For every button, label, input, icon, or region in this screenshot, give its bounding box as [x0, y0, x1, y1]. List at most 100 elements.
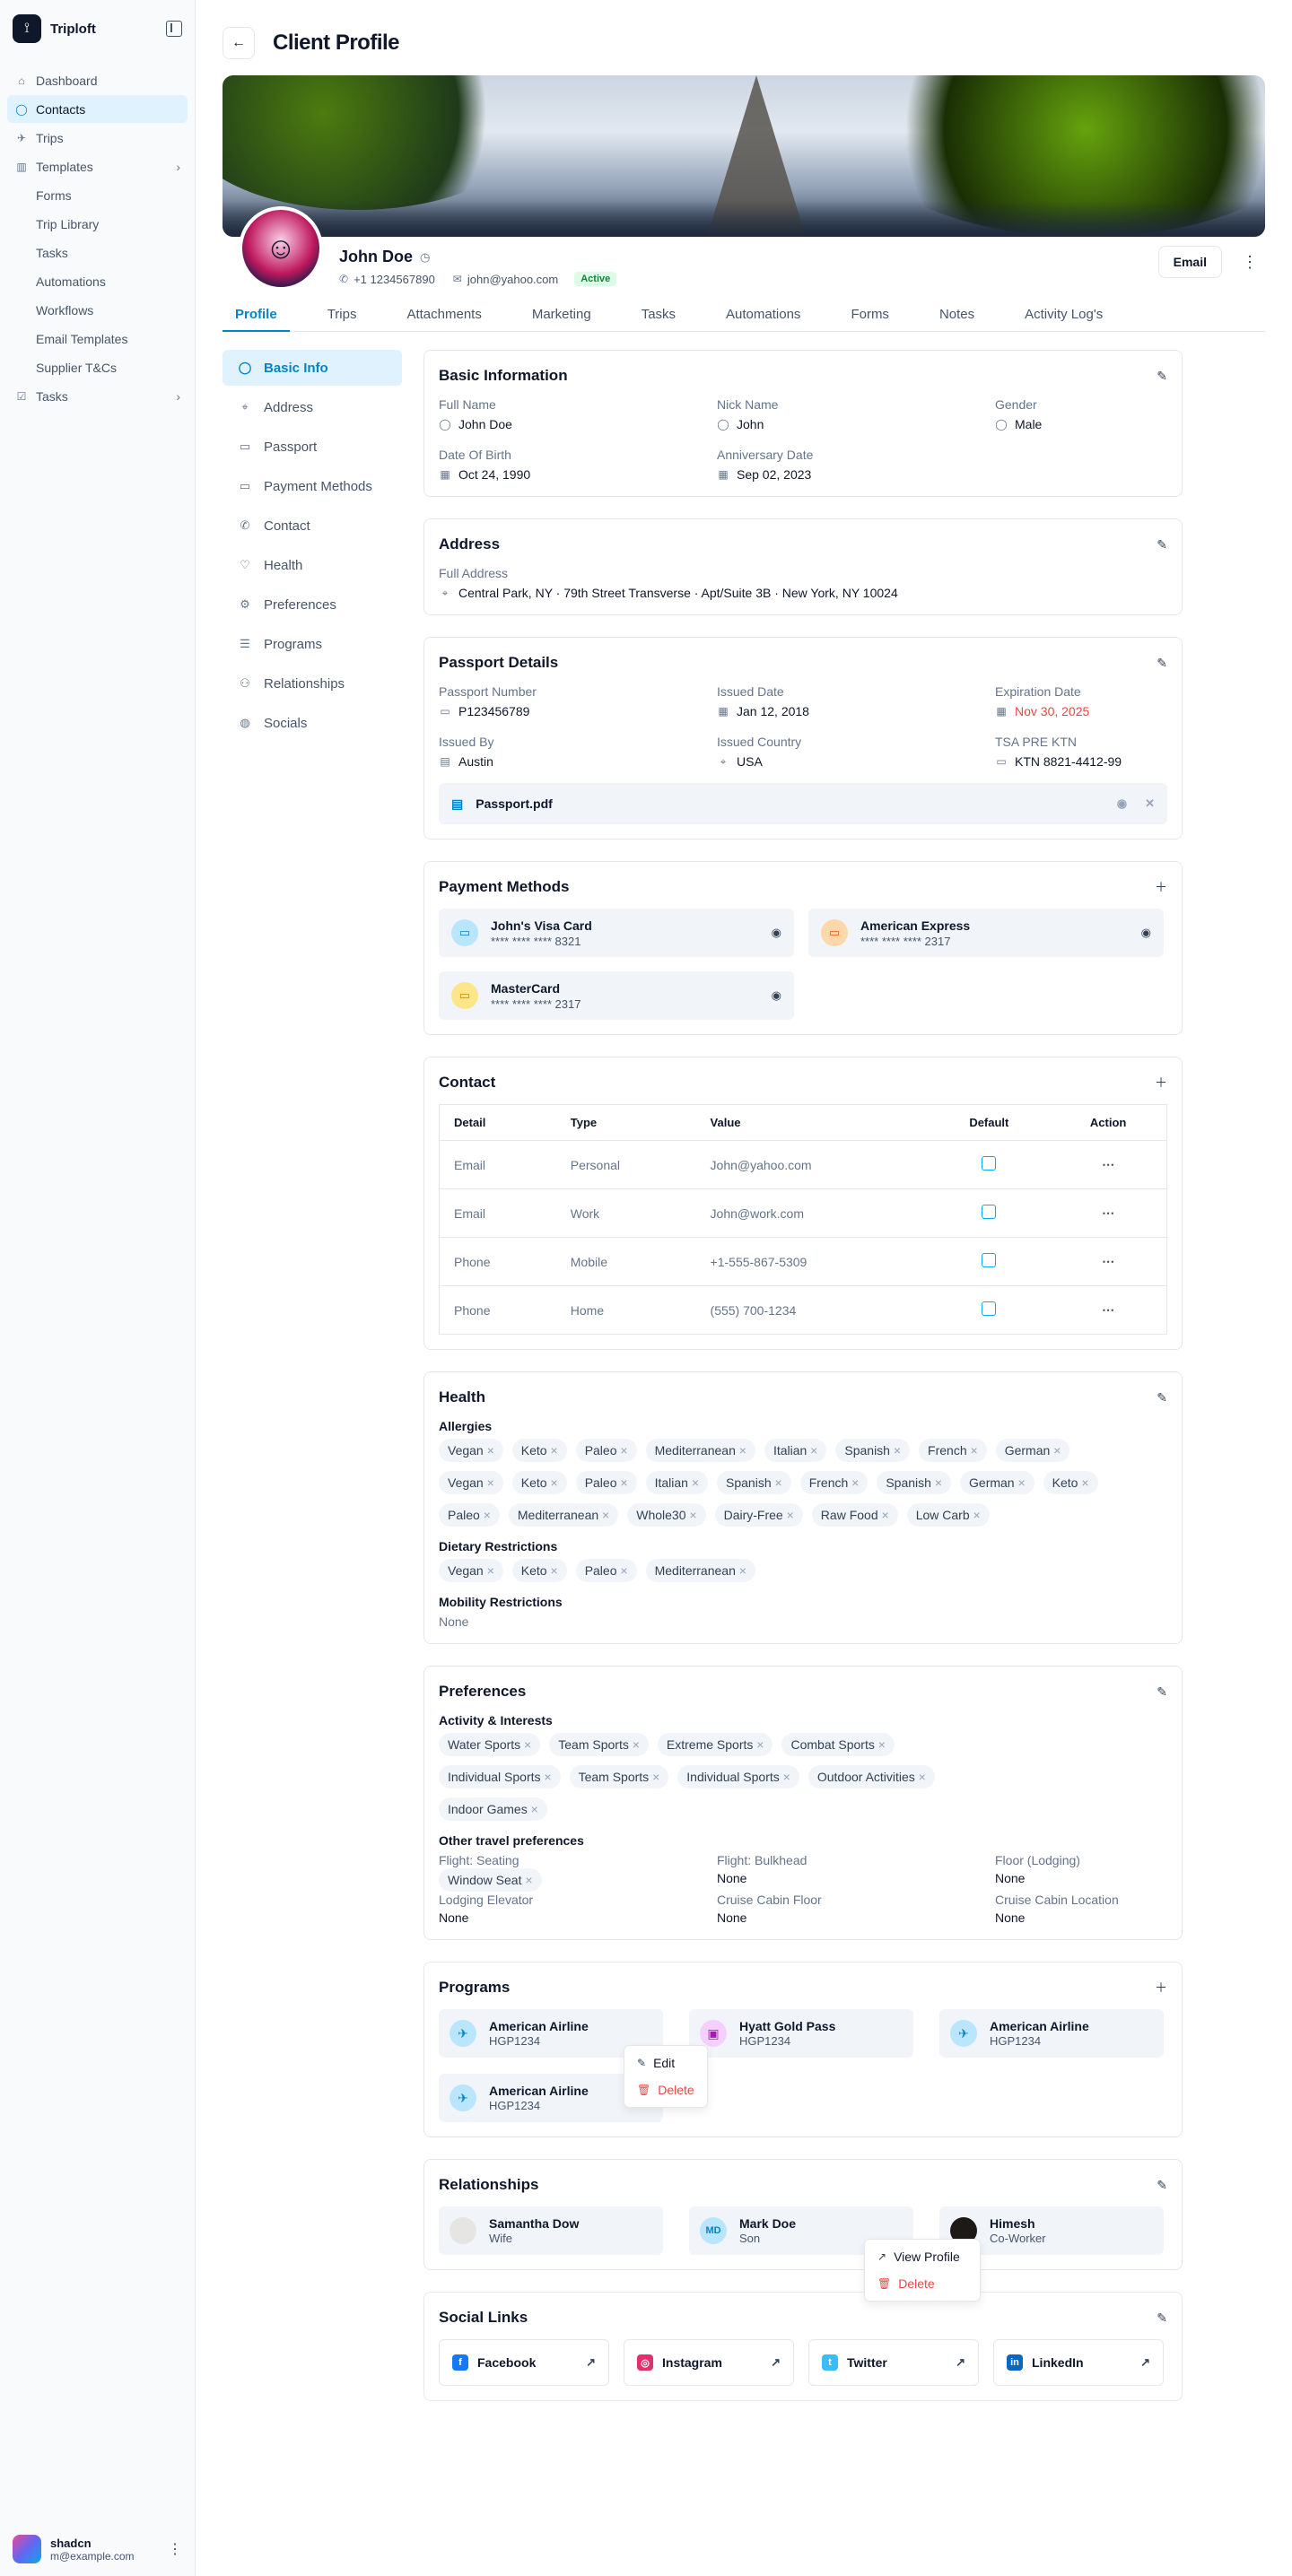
tag-chip[interactable]: Keto: [511, 1471, 567, 1494]
tab-profile[interactable]: Profile: [223, 298, 290, 332]
tag-chip[interactable]: French: [799, 1471, 869, 1494]
tag-chip[interactable]: Spanish: [717, 1471, 791, 1494]
sidebar-subitem-automations[interactable]: Automations: [7, 267, 188, 295]
tag-chip[interactable]: German: [960, 1471, 1034, 1494]
default-checkbox[interactable]: [982, 1253, 997, 1267]
close-icon[interactable]: ✕: [1145, 796, 1155, 810]
social-link-facebook[interactable]: f Facebook ↗: [439, 2339, 609, 2386]
plus-icon[interactable]: ＋: [1155, 1979, 1167, 1997]
edit-icon[interactable]: ✎: [1157, 537, 1167, 553]
edit-menu-item[interactable]: ✎ Edit: [628, 2049, 703, 2076]
subnav-item-socials[interactable]: ◍ Socials: [223, 705, 402, 741]
passport-file[interactable]: ▤ Passport.pdf ◉ ✕: [439, 783, 1167, 824]
more-horizontal-icon[interactable]: ⋯: [1102, 1302, 1114, 1317]
tag-chip[interactable]: Individual Sports: [439, 1765, 561, 1788]
more-horizontal-icon[interactable]: ⋯: [1102, 1157, 1114, 1171]
subnav-item-relationships[interactable]: ⚇ Relationships: [223, 666, 402, 701]
social-link-linkedin[interactable]: in LinkedIn ↗: [993, 2339, 1164, 2386]
sidebar-subitem-supplier-t-cs[interactable]: Supplier T&Cs: [7, 353, 188, 381]
tag-chip[interactable]: Outdoor Activities: [808, 1765, 935, 1788]
sidebar-item-trips[interactable]: ✈ Trips: [7, 124, 188, 152]
sidebar-subitem-trip-library[interactable]: Trip Library: [7, 210, 188, 238]
sidebar-item-dashboard[interactable]: ⌂ Dashboard: [7, 66, 188, 94]
more-vertical-icon[interactable]: ⋮: [1242, 253, 1258, 272]
social-link-twitter[interactable]: t Twitter ↗: [808, 2339, 979, 2386]
tag-chip[interactable]: Paleo: [575, 1439, 637, 1462]
payment-card[interactable]: ▭ John's Visa Card **** **** **** 8321 ◉: [439, 909, 794, 957]
tag-chip[interactable]: Spanish: [835, 1439, 911, 1462]
subnav-item-passport[interactable]: ▭ Passport: [223, 429, 402, 465]
subnav-item-health[interactable]: ♡ Health: [223, 547, 402, 583]
subnav-item-preferences[interactable]: ⚙ Preferences: [223, 587, 402, 622]
relationship-item[interactable]: Samantha Dow Wife: [439, 2206, 663, 2255]
tab-tasks[interactable]: Tasks: [629, 298, 688, 331]
tag-chip[interactable]: Paleo: [575, 1471, 637, 1494]
profile-phone[interactable]: +1 1234567890: [354, 273, 435, 286]
subnav-item-address[interactable]: ⌖ Address: [223, 389, 402, 425]
sidebar-toggle-icon[interactable]: [166, 21, 182, 37]
subnav-item-programs[interactable]: ☰ Programs: [223, 626, 402, 662]
default-checkbox[interactable]: [982, 1301, 997, 1316]
tag-chip[interactable]: Window Seat: [439, 1868, 542, 1892]
sidebar-item-contacts[interactable]: ◯ Contacts: [7, 95, 188, 123]
payment-card[interactable]: ▭ American Express **** **** **** 2317 ◉: [808, 909, 1164, 957]
program-item[interactable]: ✈ American Airline HGP1234: [939, 2009, 1164, 2058]
social-link-instagram[interactable]: ◎ Instagram ↗: [624, 2339, 794, 2386]
eye-icon[interactable]: ◉: [1117, 796, 1127, 810]
tag-chip[interactable]: Paleo: [439, 1503, 500, 1527]
more-vertical-icon[interactable]: ⋮: [168, 2540, 182, 2558]
profile-email[interactable]: john@yahoo.com: [467, 273, 558, 286]
tag-chip[interactable]: Italian: [645, 1471, 709, 1494]
edit-icon[interactable]: ✎: [1157, 656, 1167, 671]
tag-chip[interactable]: Mediterranean: [645, 1439, 755, 1462]
tag-chip[interactable]: Mediterranean: [508, 1503, 619, 1527]
tab-forms[interactable]: Forms: [838, 298, 902, 331]
edit-icon[interactable]: ✎: [1157, 1684, 1167, 1700]
tag-chip[interactable]: Combat Sports: [781, 1733, 895, 1756]
delete-menu-item[interactable]: 🗑 Delete: [628, 2076, 703, 2103]
eye-icon[interactable]: ◉: [772, 988, 781, 1003]
tag-chip[interactable]: Keto: [511, 1559, 567, 1582]
subnav-item-contact[interactable]: ✆ Contact: [223, 508, 402, 544]
sidebar-subitem-email-templates[interactable]: Email Templates: [7, 325, 188, 352]
tab-automations[interactable]: Automations: [713, 298, 813, 331]
tag-chip[interactable]: Italian: [764, 1439, 827, 1462]
tab-notes[interactable]: Notes: [927, 298, 987, 331]
delete-menu-item[interactable]: 🗑 Delete: [869, 2270, 976, 2297]
tag-chip[interactable]: Whole30: [627, 1503, 706, 1527]
tag-chip[interactable]: Dairy-Free: [714, 1503, 803, 1527]
tag-chip[interactable]: Team Sports: [569, 1765, 669, 1788]
tag-chip[interactable]: French: [919, 1439, 987, 1462]
tab-trips[interactable]: Trips: [315, 298, 370, 331]
sidebar-item-templates[interactable]: ▥ Templates ›: [7, 152, 188, 180]
tag-chip[interactable]: German: [995, 1439, 1070, 1462]
tag-chip[interactable]: Paleo: [575, 1559, 637, 1582]
sidebar-subitem-workflows[interactable]: Workflows: [7, 296, 188, 324]
tag-chip[interactable]: Spanish: [877, 1471, 952, 1494]
tag-chip[interactable]: Indoor Games: [439, 1797, 547, 1821]
tab-activity-log-s[interactable]: Activity Log's: [1012, 298, 1115, 331]
view-profile-menu-item[interactable]: ↗ View Profile: [869, 2243, 976, 2270]
tag-chip[interactable]: Low Carb: [906, 1503, 990, 1527]
edit-icon[interactable]: ✎: [1157, 2311, 1167, 2326]
tag-chip[interactable]: Mediterranean: [645, 1559, 755, 1582]
more-horizontal-icon[interactable]: ⋯: [1102, 1205, 1114, 1220]
sidebar-item-tasks[interactable]: ☑ Tasks ›: [7, 382, 188, 410]
sidebar-subitem-tasks[interactable]: Tasks: [7, 239, 188, 266]
tab-marketing[interactable]: Marketing: [519, 298, 604, 331]
user-menu[interactable]: shadcn m@example.com ⋮: [13, 2535, 182, 2563]
default-checkbox[interactable]: [982, 1156, 997, 1171]
tag-chip[interactable]: Water Sports: [439, 1733, 541, 1756]
more-horizontal-icon[interactable]: ⋯: [1102, 1254, 1114, 1268]
edit-icon[interactable]: ✎: [1157, 369, 1167, 384]
default-checkbox[interactable]: [982, 1205, 997, 1219]
edit-icon[interactable]: ✎: [1157, 2178, 1167, 2193]
tag-chip[interactable]: Vegan: [439, 1439, 503, 1462]
plus-icon[interactable]: ＋: [1155, 1074, 1167, 1092]
tab-attachments[interactable]: Attachments: [394, 298, 493, 331]
eye-icon[interactable]: ◉: [1141, 926, 1151, 940]
payment-card[interactable]: ▭ MasterCard **** **** **** 2317 ◉: [439, 971, 794, 1020]
sidebar-subitem-forms[interactable]: Forms: [7, 181, 188, 209]
tag-chip[interactable]: Vegan: [439, 1559, 503, 1582]
tag-chip[interactable]: Team Sports: [549, 1733, 649, 1756]
